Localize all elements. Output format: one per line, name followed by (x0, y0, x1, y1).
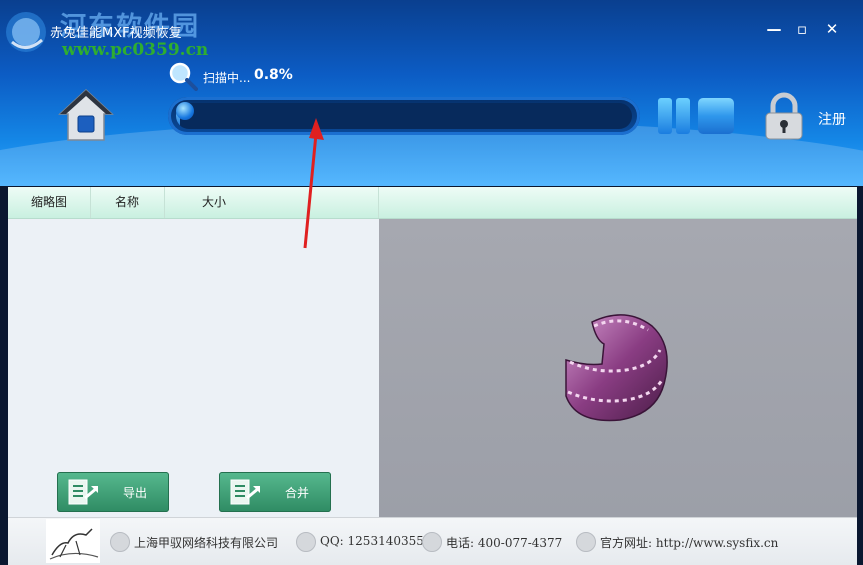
register-link[interactable]: 注册 (818, 109, 846, 129)
stop-button[interactable] (698, 98, 734, 134)
app-window: 河东软件园 www.pc0359.cn 赤兔佳能MXF视频恢复 — ▫ ✕ 扫描… (0, 0, 863, 565)
qq-icon (296, 532, 316, 552)
merge-icon (230, 479, 260, 505)
preview-header (379, 187, 857, 218)
pause-button[interactable] (654, 98, 694, 134)
website-link[interactable]: 官方网址: http://www.sysfix.cn (600, 534, 778, 551)
scan-status: 扫描中... (203, 71, 251, 85)
company-name: 上海甲驭网络科技有限公司 (134, 536, 279, 550)
column-size[interactable]: 大小 (164, 187, 379, 218)
progress-track (176, 103, 632, 129)
close-button[interactable]: ✕ (821, 18, 843, 40)
globe-icon (576, 532, 596, 552)
lock-icon[interactable] (762, 92, 806, 140)
export-label: 导出 (123, 486, 148, 500)
window-title: 赤兔佳能MXF视频恢复 (50, 26, 182, 41)
film-reel-icon (565, 314, 668, 422)
magnifier-icon (169, 62, 198, 91)
qq-number: QQ: 1253140355 (320, 534, 424, 548)
scan-percent: 0.8% (254, 67, 293, 83)
title-bar[interactable]: 河东软件园 www.pc0359.cn 赤兔佳能MXF视频恢复 — ▫ ✕ (0, 0, 863, 60)
export-button[interactable]: 导出 (57, 472, 169, 512)
app-logo-icon (6, 12, 46, 52)
merge-button[interactable]: 合并 (219, 472, 331, 512)
pause-icon-bar (676, 98, 690, 134)
footer: 上海甲驭网络科技有限公司 QQ: 1253140355 电话: 400-077-… (8, 517, 857, 565)
watermark-url: www.pc0359.cn (62, 40, 209, 60)
column-name[interactable]: 名称 (90, 187, 165, 218)
progress-knob (176, 102, 194, 120)
export-icon (68, 479, 98, 505)
phone-icon (422, 532, 442, 552)
company-icon (110, 532, 130, 552)
file-list-header: 缩略图 名称 大小 (8, 187, 857, 219)
minimize-button[interactable]: — (763, 18, 785, 40)
home-icon[interactable] (58, 88, 114, 142)
company-logo-icon (46, 519, 100, 563)
pause-icon (658, 98, 672, 134)
phone-number: 电话: 400-077-4377 (446, 536, 563, 550)
scan-progress-bar (168, 97, 640, 135)
maximize-button[interactable]: ▫ (791, 18, 813, 40)
merge-label: 合并 (285, 486, 310, 500)
column-thumbnail[interactable]: 缩略图 (8, 187, 91, 218)
